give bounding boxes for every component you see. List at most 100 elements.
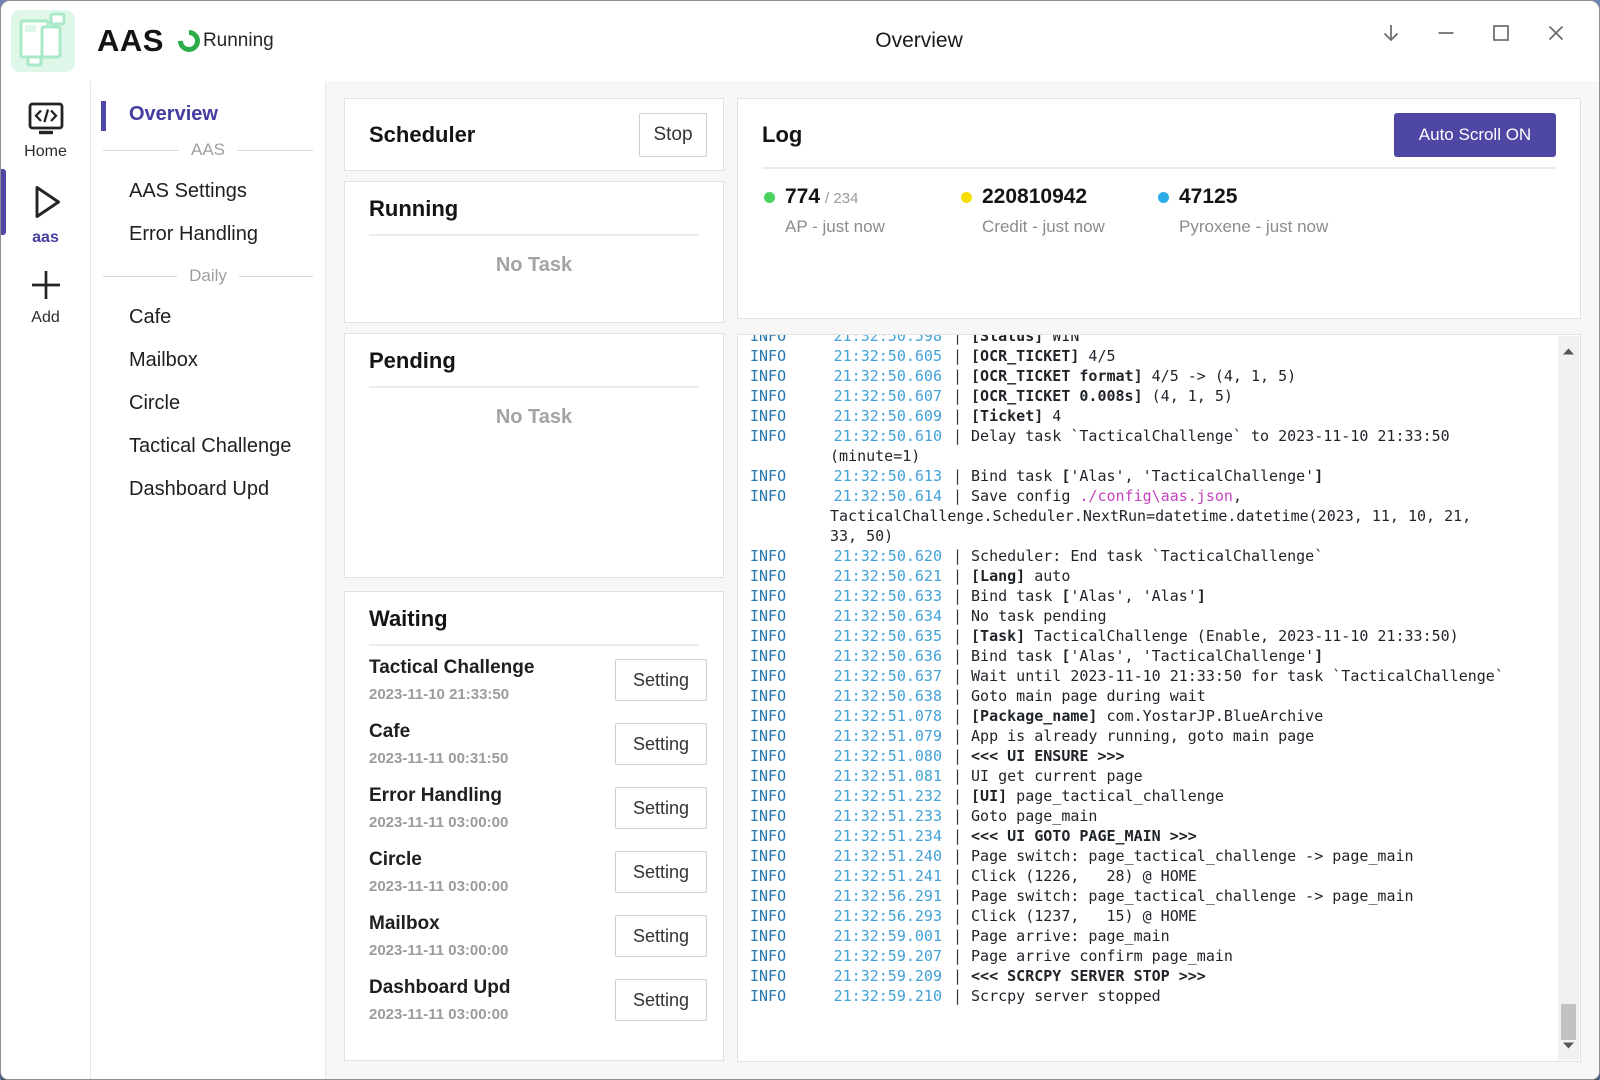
log-timestamp: 21:32:59.001 [830,926,942,946]
rail-item-home[interactable]: Home [1,101,90,161]
log-level: INFO [738,706,830,726]
log-timestamp: 21:32:51.079 [830,726,942,746]
titlebar: AAS Running Overview [1,1,1599,81]
status-text: Running [203,30,274,52]
close-icon [1545,22,1567,44]
rail-aas-label: aas [32,229,59,247]
stat-value-row: 774/ 234 [785,185,885,209]
log-scrollbar[interactable] [1558,336,1579,1060]
task-setting-button[interactable]: Setting [615,915,707,957]
waiting-card: Waiting Tactical Challenge2023-11-10 21:… [344,591,724,1061]
autoscroll-toggle-button[interactable]: Auto Scroll ON [1394,113,1556,157]
nav-item-cafe[interactable]: Cafe [91,296,325,339]
waiting-task-row: Dashboard Upd2023-11-11 03:00:00Setting [369,968,707,1032]
nav-item-overview[interactable]: Overview [91,99,325,130]
log-panel[interactable]: INFO21:32:50.598|[Status] WININFO21:32:5… [737,334,1581,1062]
nav-item-mailbox[interactable]: Mailbox [91,339,325,382]
log-separator: | [953,846,962,866]
waiting-task-name: Circle [369,849,508,871]
log-message: Bind task ['Alas', 'TacticalChallenge'] [971,466,1323,486]
scheduler-stop-button[interactable]: Stop [639,113,707,157]
log-message: Click (1237, 15) @ HOME [971,906,1197,926]
waiting-task-next-run: 2023-11-11 03:00:00 [369,1006,510,1023]
stat-label: Credit - just now [982,217,1105,237]
log-message: Save config ./config\aas.json, [971,486,1242,506]
log-row: INFO21:32:56.291|Page switch: page_tacti… [738,886,1550,906]
log-level: INFO [738,826,830,846]
scrollbar-down-arrow[interactable] [1558,1038,1579,1052]
log-lines: INFO21:32:50.598|[Status] WININFO21:32:5… [738,334,1580,1006]
log-timestamp: 21:32:50.637 [830,666,942,686]
log-message: [Ticket] 4 [971,406,1061,426]
log-message: Scheduler: End task `TacticalChallenge` [971,546,1323,566]
log-message: [Status] WIN [971,334,1079,346]
log-row: INFO21:32:50.621|[Lang] auto [738,566,1550,586]
nav-item-circle[interactable]: Circle [91,382,325,425]
scheduler-status: Running [178,30,274,52]
app-window: AAS Running Overview [0,0,1600,1080]
log-timestamp: 21:32:50.638 [830,686,942,706]
divider [369,386,699,388]
maximize-button[interactable] [1479,11,1523,55]
log-row: INFO21:32:50.633|Bind task ['Alas', 'Ala… [738,586,1550,606]
log-message: Page arrive: page_main [971,926,1170,946]
log-separator: | [953,334,962,346]
log-timestamp: 21:32:56.293 [830,906,942,926]
log-timestamp: 21:32:56.291 [830,886,942,906]
log-timestamp: 21:32:50.606 [830,366,942,386]
log-row: INFO21:32:50.607|[OCR_TICKET 0.008s] (4,… [738,386,1550,406]
close-button[interactable] [1534,11,1578,55]
log-row-continuation: TacticalChallenge.Scheduler.NextRun=date… [738,506,1550,526]
log-row: INFO21:32:51.081|UI get current page [738,766,1550,786]
log-level: INFO [738,346,830,366]
log-timestamp: 21:32:51.081 [830,766,942,786]
log-timestamp: 21:32:51.232 [830,786,942,806]
stat-label: Pyroxene - just now [1179,217,1328,237]
waiting-task-info: Error Handling2023-11-11 03:00:00 [369,785,508,831]
log-message: App is already running, goto main page [971,726,1314,746]
rail-item-add[interactable]: Add [1,265,90,327]
log-level: INFO [738,386,830,406]
waiting-task-row: Circle2023-11-11 03:00:00 Setting [369,840,707,904]
log-timestamp: 21:32:51.240 [830,846,942,866]
scrollbar-up-arrow[interactable] [1558,344,1579,358]
log-timestamp: 21:32:50.609 [830,406,942,426]
log-card: Log Auto Scroll ON 774/ 234AP - just now… [737,98,1581,319]
task-setting-button[interactable]: Setting [615,787,707,829]
log-level: INFO [738,786,830,806]
log-timestamp: 21:32:50.635 [830,626,942,646]
download-update-button[interactable] [1369,11,1413,55]
nav-menu: Overview AASAAS SettingsError HandlingDa… [91,81,326,1080]
running-title: Running [369,196,699,222]
log-timestamp: 21:32:50.636 [830,646,942,666]
waiting-task-info: Circle2023-11-11 03:00:00 [369,849,508,895]
log-row: INFO21:32:50.598|[Status] WIN [738,334,1550,346]
rail-item-aas[interactable]: aas [1,179,90,247]
waiting-task-row: Cafe2023-11-11 00:31:50Setting [369,712,707,776]
log-message: Page arrive confirm page_main [971,946,1233,966]
log-level: INFO [738,846,830,866]
log-level: INFO [738,986,830,1006]
stat-dot-icon [961,192,972,203]
log-separator: | [953,926,962,946]
log-row: INFO21:32:56.293|Click (1237, 15) @ HOME [738,906,1550,926]
nav-item-aas-settings[interactable]: AAS Settings [91,170,325,213]
scrollbar-thumb[interactable] [1561,1004,1576,1040]
stat-value: 220810942 [982,185,1087,208]
task-setting-button[interactable]: Setting [615,659,707,701]
nav-item-dashboard-upd[interactable]: Dashboard Upd [91,468,325,511]
log-row: INFO21:32:51.232|[UI] page_tactical_chal… [738,786,1550,806]
task-setting-button[interactable]: Setting [615,979,707,1021]
log-message: No task pending [971,606,1106,626]
log-separator: | [953,986,962,1006]
nav-item-error-handling[interactable]: Error Handling [91,213,325,256]
task-setting-button[interactable]: Setting [615,851,707,893]
scheduler-title: Scheduler [369,122,475,148]
task-setting-button[interactable]: Setting [615,723,707,765]
log-row: INFO21:32:51.241|Click (1226, 28) @ HOME [738,866,1550,886]
log-separator: | [953,406,962,426]
log-message: <<< UI GOTO PAGE_MAIN >>> [971,826,1197,846]
minimize-button[interactable] [1424,11,1468,55]
log-level: INFO [738,334,830,346]
nav-item-tactical-challenge[interactable]: Tactical Challenge [91,425,325,468]
